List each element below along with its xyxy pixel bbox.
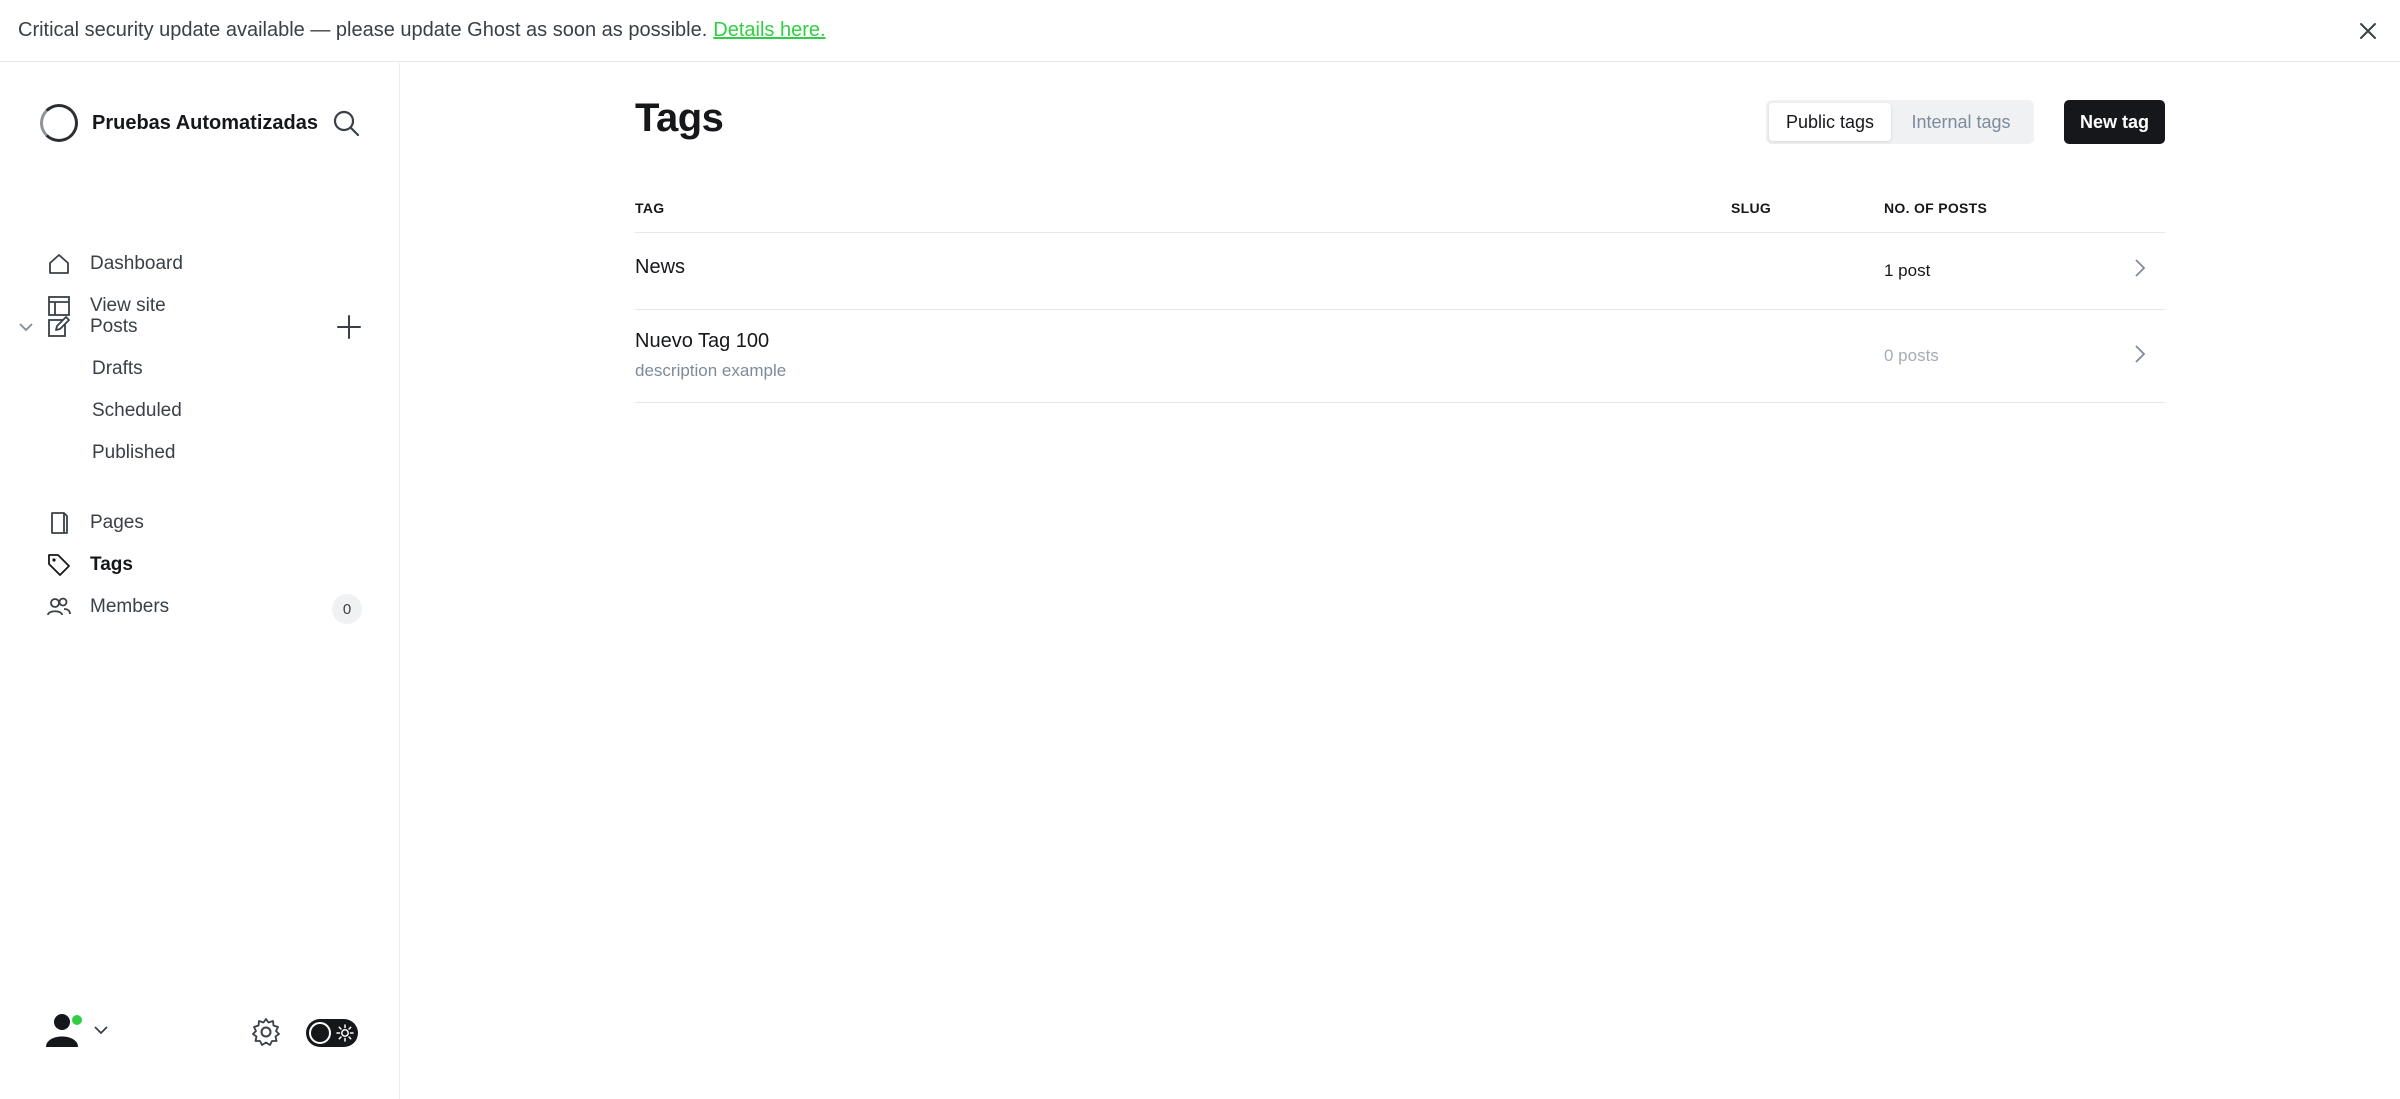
tag-post-count: 1 post	[1884, 261, 1931, 280]
members-count-badge: 0	[332, 594, 362, 624]
pages-icon	[46, 510, 72, 536]
sidebar-item-label: Tags	[90, 554, 133, 575]
chevron-right-icon	[2129, 343, 2151, 365]
tag-icon	[46, 552, 72, 578]
new-tag-button[interactable]: New tag	[2064, 100, 2165, 144]
sidebar-item-drafts[interactable]: Drafts	[92, 353, 143, 385]
chevron-down-icon[interactable]	[16, 317, 36, 337]
sidebar-item-scheduled[interactable]: Scheduled	[92, 395, 182, 427]
online-status-dot	[70, 1013, 84, 1027]
banner-message: Critical security update available — ple…	[18, 19, 708, 41]
security-banner: Critical security update available — ple…	[0, 0, 2400, 62]
tag-description: description example	[635, 361, 787, 380]
search-icon[interactable]	[330, 107, 362, 139]
theme-toggle[interactable]	[306, 1019, 358, 1047]
column-header-posts: NO. OF POSTS	[1884, 200, 1988, 216]
column-header-tag: TAG	[635, 200, 665, 216]
sidebar-item-label: Members	[90, 596, 170, 617]
close-icon[interactable]	[2354, 17, 2382, 45]
sidebar: Pruebas Automatizadas Dashboard View sit…	[0, 63, 400, 1099]
tab-internal-tags[interactable]: Internal tags	[1891, 103, 2031, 141]
table-row[interactable]: Nuevo Tag 100 description example 0 post…	[635, 310, 2165, 402]
sidebar-item-published[interactable]: Published	[92, 437, 175, 469]
tag-name: News	[635, 256, 686, 278]
chevron-down-icon[interactable]	[92, 1021, 110, 1039]
sidebar-item-label: Pages	[90, 512, 144, 533]
sidebar-item-members[interactable]: Members	[46, 590, 366, 624]
page-title: Tags	[635, 96, 724, 140]
sidebar-item-label: Dashboard	[90, 253, 183, 274]
table-row[interactable]: News 1 post	[635, 233, 2165, 309]
tab-public-tags[interactable]: Public tags	[1769, 103, 1891, 141]
home-icon	[46, 251, 72, 277]
sidebar-item-tags[interactable]: Tags	[46, 548, 366, 582]
site-brand[interactable]: Pruebas Automatizadas	[40, 103, 318, 143]
toggle-knob	[309, 1022, 331, 1044]
site-title: Pruebas Automatizadas	[92, 111, 318, 134]
plus-icon[interactable]	[334, 312, 364, 342]
sidebar-item-dashboard[interactable]: Dashboard	[46, 247, 366, 281]
divider	[635, 402, 2165, 403]
members-icon	[46, 594, 72, 620]
tag-name: Nuevo Tag 100	[635, 330, 770, 352]
edit-icon	[46, 314, 72, 340]
chevron-right-icon	[2129, 257, 2151, 279]
sidebar-item-posts[interactable]: Posts	[46, 310, 366, 344]
column-header-slug: SLUG	[1731, 200, 1772, 216]
sidebar-item-pages[interactable]: Pages	[46, 506, 366, 540]
gear-icon[interactable]	[250, 1016, 282, 1048]
tag-post-count: 0 posts	[1884, 346, 1939, 365]
sun-icon	[336, 1024, 354, 1042]
banner-details-link[interactable]: Details here.	[713, 19, 825, 42]
tag-type-switch: Public tags Internal tags	[1766, 100, 2034, 144]
sidebar-item-label: Posts	[90, 316, 138, 337]
site-logo	[40, 104, 78, 142]
